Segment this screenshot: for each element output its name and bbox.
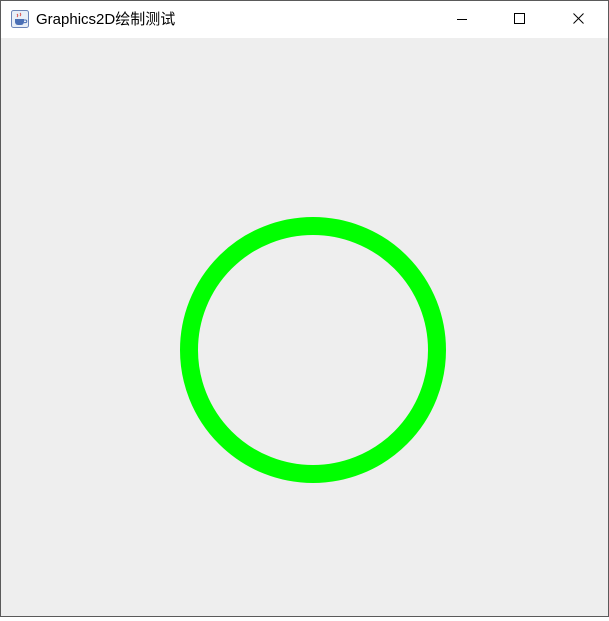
java-coffee-icon — [11, 10, 29, 28]
window-title: Graphics2D绘制测试 — [36, 11, 176, 28]
app-window: Graphics2D绘制测试 — [0, 0, 609, 617]
maximize-icon — [514, 13, 525, 24]
canvas-svg — [180, 217, 446, 483]
maximize-button[interactable] — [491, 1, 549, 38]
drawing-canvas — [1, 38, 608, 616]
title-bar[interactable]: Graphics2D绘制测试 — [1, 1, 608, 38]
minimize-button[interactable] — [433, 1, 491, 38]
close-icon — [573, 13, 584, 24]
close-button[interactable] — [550, 1, 608, 38]
minimize-icon — [457, 19, 467, 20]
green-circle — [180, 217, 446, 483]
